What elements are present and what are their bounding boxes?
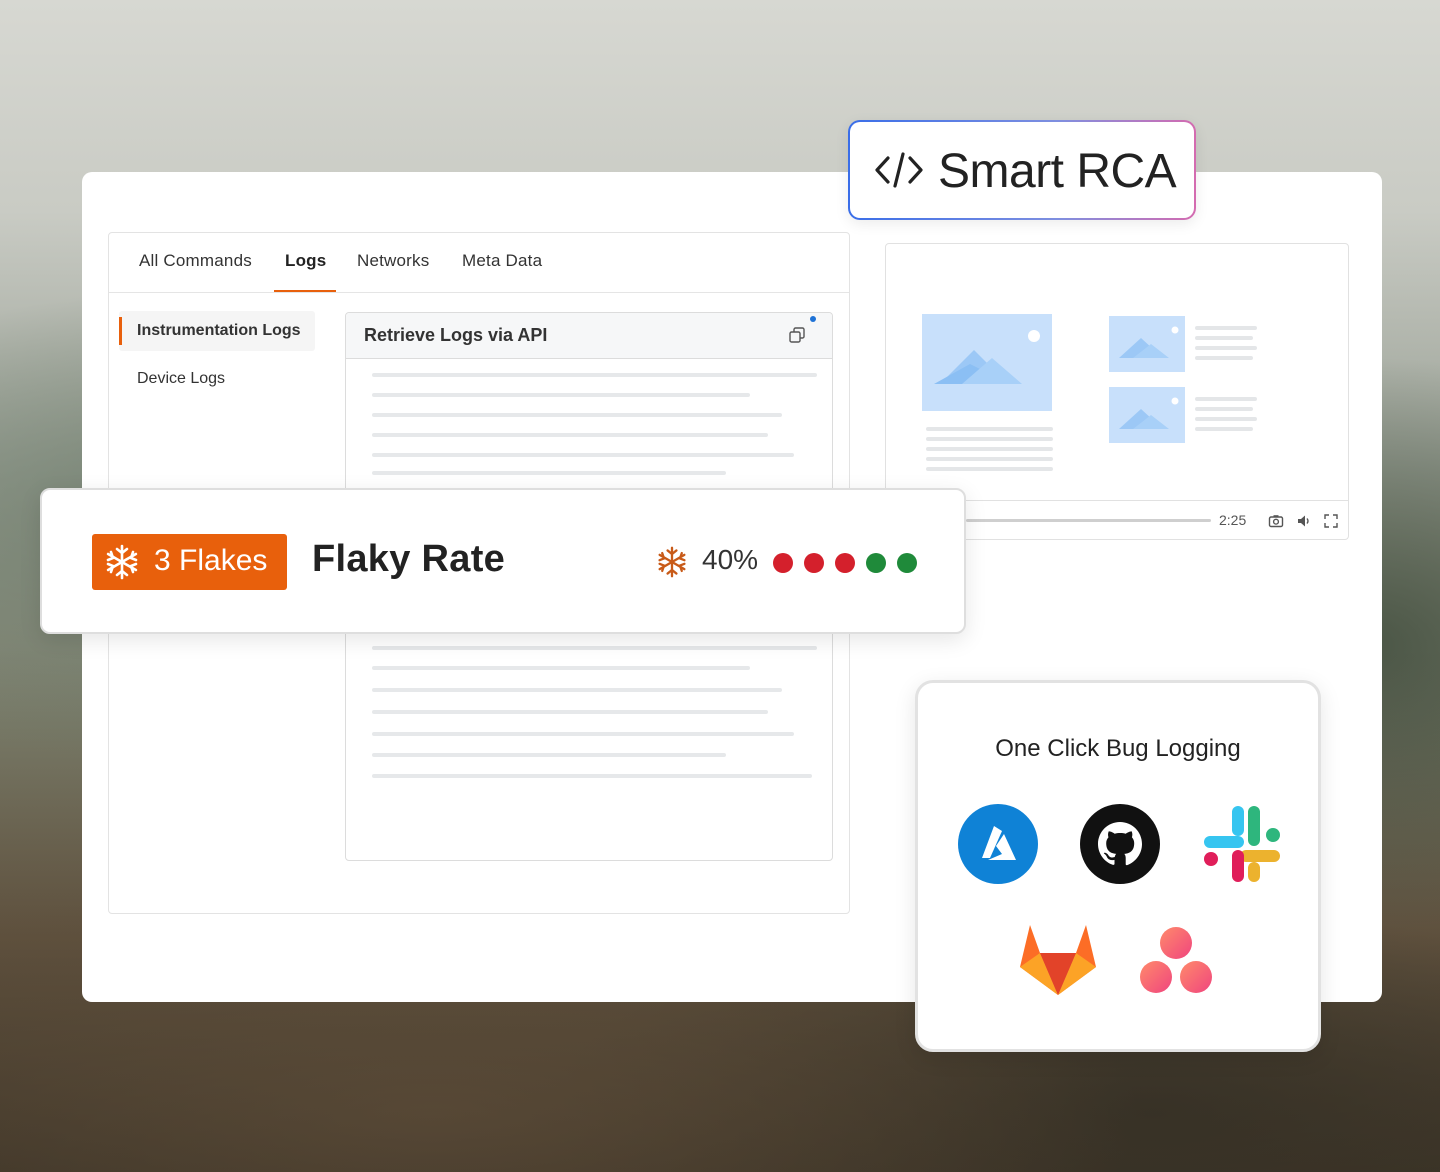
run-status-dot	[835, 553, 855, 573]
text-placeholder	[1195, 356, 1253, 360]
run-status-dot	[866, 553, 886, 573]
flakes-badge[interactable]: 3 Flakes	[92, 534, 287, 590]
text-placeholder	[926, 437, 1053, 441]
text-placeholder	[1195, 336, 1253, 340]
log-line	[372, 753, 726, 757]
image-icon	[1119, 397, 1179, 429]
snowflake-icon	[658, 546, 686, 578]
log-line	[372, 646, 817, 650]
text-placeholder	[1195, 346, 1257, 350]
snowflake-icon	[106, 544, 138, 580]
text-placeholder	[926, 467, 1053, 471]
asana-icon[interactable]	[1136, 925, 1216, 997]
text-placeholder	[926, 457, 1053, 461]
text-placeholder	[1195, 397, 1257, 401]
log-line	[372, 393, 750, 397]
image-placeholder	[1109, 316, 1185, 372]
bug-logging-title: One Click Bug Logging	[995, 735, 1241, 762]
tab-all-commands[interactable]: All Commands	[139, 251, 252, 271]
fullscreen-icon[interactable]	[1323, 513, 1339, 529]
gitlab-icon[interactable]	[1018, 921, 1098, 997]
image-placeholder	[922, 314, 1052, 411]
tabs-divider	[109, 292, 849, 293]
api-log-title: Retrieve Logs via API	[364, 325, 548, 345]
log-line	[372, 710, 768, 714]
log-line	[372, 774, 812, 778]
tab-networks[interactable]: Networks	[357, 251, 429, 271]
text-placeholder	[926, 427, 1053, 431]
text-placeholder	[1195, 427, 1253, 431]
log-line	[372, 373, 817, 377]
bug-logging-card: One Click Bug Logging	[915, 680, 1321, 1052]
video-progress[interactable]	[966, 519, 1211, 522]
run-status-dot	[897, 553, 917, 573]
image-placeholder	[1109, 387, 1185, 443]
text-placeholder	[926, 447, 1053, 451]
log-line	[372, 666, 750, 670]
flaky-rate-title: Flaky Rate	[312, 538, 506, 580]
video-time: 2:25	[1219, 512, 1247, 528]
run-status-dot	[804, 553, 824, 573]
flaky-rate-card: 3 Flakes Flaky Rate 40%	[40, 488, 966, 634]
sidebar-active-indicator	[119, 317, 122, 345]
sidebar-item-instrumentation-logs[interactable]: Instrumentation Logs	[137, 322, 301, 340]
text-placeholder	[1195, 407, 1253, 411]
log-line	[372, 732, 794, 736]
azure-devops-icon[interactable]	[958, 804, 1038, 884]
text-placeholder	[1195, 326, 1257, 330]
log-tabs: All Commands Logs Networks Meta Data	[109, 233, 849, 293]
github-icon[interactable]	[1080, 804, 1160, 884]
sidebar-item-device-logs[interactable]: Device Logs	[137, 370, 225, 388]
log-line	[372, 453, 794, 457]
smart-rca-inner: Smart RCA	[850, 122, 1194, 218]
api-log-header: Retrieve Logs via API	[346, 313, 832, 359]
run-status-dot	[773, 553, 793, 573]
slack-icon[interactable]	[1202, 804, 1282, 884]
code-icon	[875, 152, 923, 188]
smart-rca-card[interactable]: Smart RCA	[848, 120, 1196, 220]
camera-icon[interactable]	[1268, 513, 1284, 529]
volume-icon[interactable]	[1296, 513, 1312, 529]
flakes-count-label: 3 Flakes	[154, 544, 268, 577]
log-line	[372, 433, 768, 437]
tab-logs[interactable]: Logs	[285, 251, 326, 271]
log-line	[372, 471, 726, 475]
smart-rca-label: Smart RCA	[938, 145, 1177, 198]
log-line	[372, 688, 782, 692]
image-icon	[934, 330, 1040, 384]
image-icon	[1119, 326, 1179, 358]
log-line	[372, 413, 782, 417]
notification-dot	[810, 316, 816, 322]
text-placeholder	[1195, 417, 1257, 421]
flaky-rate-value: 40%	[702, 544, 759, 575]
copy-icon[interactable]	[789, 327, 805, 343]
tab-meta-data[interactable]: Meta Data	[462, 251, 542, 271]
